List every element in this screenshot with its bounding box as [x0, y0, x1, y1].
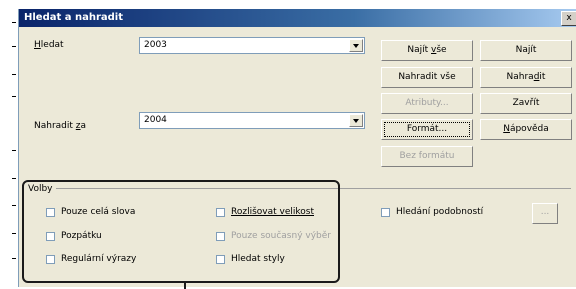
find-button[interactable]: Najít [480, 40, 572, 61]
find-all-button[interactable]: Najít vše [381, 40, 473, 61]
similarity-settings-button[interactable]: ... [532, 203, 558, 224]
close-button[interactable]: Zavřít [480, 93, 572, 114]
no-format-button[interactable]: Bez formátu [381, 146, 473, 167]
search-combo[interactable]: 2003 [139, 37, 365, 54]
checkbox-box[interactable] [381, 207, 390, 217]
margin-mark [12, 150, 16, 151]
margin-mark [12, 205, 16, 206]
dialog-title: Hledat a nahradit [24, 12, 124, 23]
margin-mark [12, 258, 16, 259]
margin-mark [12, 22, 16, 23]
help-button[interactable]: Nápověda [480, 119, 572, 140]
search-label: Hledat [34, 40, 64, 50]
margin-mark [12, 178, 16, 179]
close-icon[interactable]: x [561, 11, 576, 26]
title-bar: Hledat a nahradit x [19, 9, 576, 27]
replace-value: 2004 [144, 115, 167, 125]
replace-label: Nahradit za [34, 121, 87, 131]
search-value: 2003 [144, 40, 167, 50]
margin-mark [12, 74, 16, 75]
replace-button[interactable]: Nahradit [480, 67, 572, 88]
chevron-down-icon[interactable] [349, 39, 363, 52]
callout-line [184, 283, 186, 289]
margin-mark [12, 46, 16, 47]
background-strip [0, 0, 18, 287]
format-button[interactable]: Formát... [381, 119, 473, 140]
replace-all-button[interactable]: Nahradit vše [381, 67, 473, 88]
attributes-button[interactable]: Atributy... [381, 93, 473, 114]
replace-combo[interactable]: 2004 [139, 112, 365, 129]
similarity-checkbox[interactable]: Hledání podobností [381, 207, 483, 217]
chevron-down-icon[interactable] [349, 114, 363, 127]
margin-mark [12, 233, 16, 234]
options-highlight-frame [22, 180, 340, 283]
margin-mark [12, 96, 16, 97]
